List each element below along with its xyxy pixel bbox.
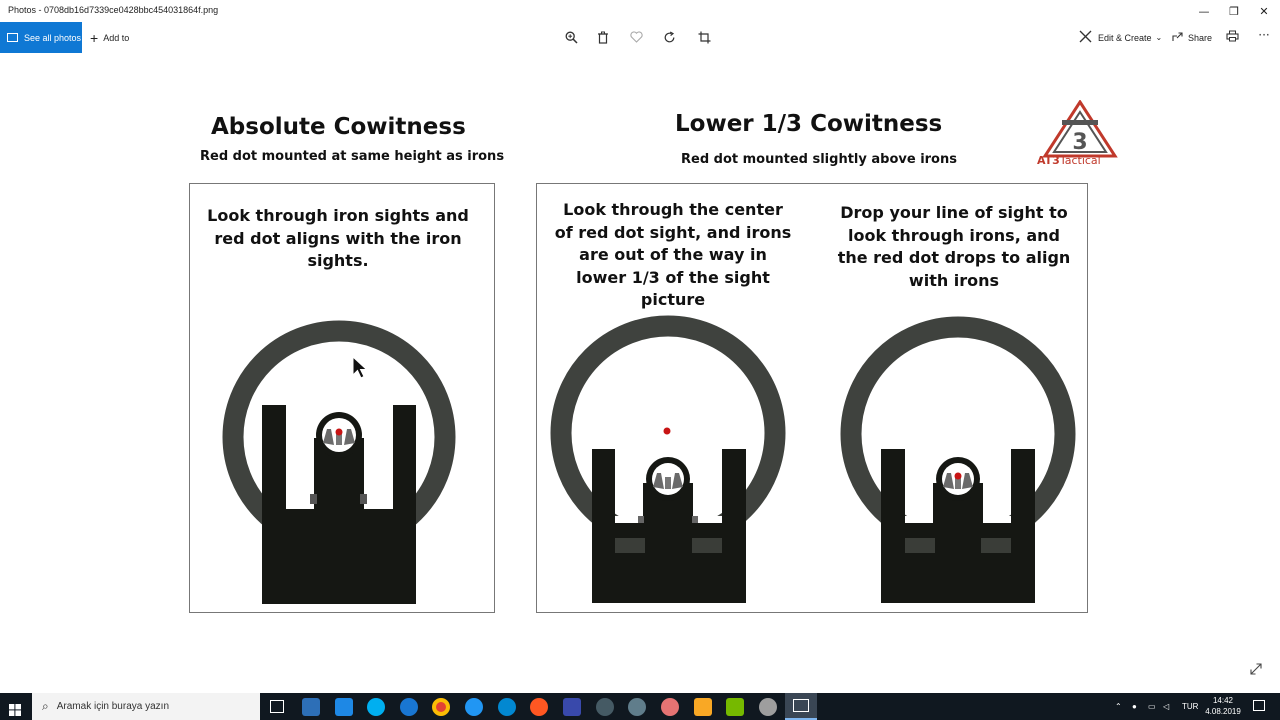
title-bar: Photos - 0708db16d7339ce0428bbc454031864…: [0, 0, 1280, 22]
microphone-icon[interactable]: ●: [1132, 693, 1137, 720]
taskbar-app-11[interactable]: [628, 698, 646, 716]
restore-button[interactable]: ❐: [1218, 0, 1250, 22]
sight-diagram-lower-third-center: [550, 315, 786, 603]
search-icon: ⌕: [42, 699, 49, 713]
heart-icon[interactable]: [626, 28, 646, 46]
share-button[interactable]: Share: [1172, 22, 1212, 53]
printer-icon[interactable]: [1222, 27, 1242, 45]
iron-rear-body: [881, 523, 1035, 603]
taskbar-app-9[interactable]: [563, 698, 581, 716]
network-icon[interactable]: ▭: [1148, 693, 1156, 720]
task-view-icon[interactable]: [270, 700, 284, 713]
close-button[interactable]: ✕: [1248, 0, 1280, 22]
photos-app-icon: [793, 699, 809, 712]
taskbar-app-7[interactable]: [498, 698, 516, 716]
add-to-button[interactable]: + Add to: [90, 22, 129, 53]
sight-diagram-absolute: [222, 320, 456, 604]
search-placeholder: Aramak için buraya yazın: [56, 701, 170, 712]
windows-start-icon[interactable]: [9, 701, 21, 716]
taskbar-app-15[interactable]: [759, 698, 777, 716]
see-all-photos-button[interactable]: See all photos: [0, 22, 82, 53]
edit-create-icon: [1079, 30, 1092, 45]
iron-window-shade-r: [360, 494, 367, 504]
edit-create-label: Edit & Create: [1098, 32, 1152, 43]
iron-rear-body: [592, 523, 746, 603]
mouse-cursor-icon: [352, 356, 368, 379]
photos-taskbar-active[interactable]: [785, 693, 817, 720]
iron-rear-left-ear: [592, 449, 615, 529]
minimize-button[interactable]: —: [1188, 0, 1220, 22]
iron-front-post-tip: [665, 477, 671, 489]
sight-diagrams: [222, 315, 1076, 604]
iron-rear-right-ear: [1011, 449, 1035, 529]
add-to-label: Add to: [103, 32, 130, 43]
taskbar-app-2[interactable]: [335, 698, 353, 716]
steam-icon[interactable]: [596, 698, 614, 716]
share-icon: [1172, 31, 1183, 44]
nvidia-icon[interactable]: [726, 698, 744, 716]
iron-rear-left-ear: [881, 449, 905, 529]
chrome-icon[interactable]: [432, 698, 450, 716]
language-indicator[interactable]: TUR: [1182, 693, 1198, 720]
red-dot: [954, 472, 962, 480]
iron-lower-block-left: [615, 538, 645, 553]
iron-window-shade: [310, 494, 317, 504]
taskbar-app-12[interactable]: [661, 698, 679, 716]
clock-time: 14:42: [1212, 696, 1234, 705]
see-all-photos-label: See all photos: [24, 32, 82, 43]
iron-window-shade-r: [692, 516, 698, 523]
iron-rear-left-ear: [262, 405, 286, 505]
iron-rear-right-ear: [722, 449, 746, 529]
tray-chevron-icon[interactable]: ⌃: [1115, 693, 1122, 720]
iron-window-right: [364, 494, 393, 509]
window-title: Photos - 0708db16d7339ce0428bbc454031864…: [8, 5, 219, 15]
file-explorer-icon[interactable]: [694, 698, 712, 716]
chevron-down-icon: ⌄: [1155, 33, 1163, 42]
notifications-icon[interactable]: [1253, 700, 1265, 711]
iron-window-left: [286, 494, 314, 509]
more-options-button[interactable]: ···: [1254, 26, 1274, 44]
iron-lower-block-right: [692, 538, 722, 553]
iron-window-left: [905, 516, 933, 523]
photos-toolbar: See all photos + Add to Edit & Create ⌄ …: [0, 22, 1280, 53]
image-viewer: Absolute Cowitness Red dot mounted at sa…: [0, 53, 1280, 693]
volume-icon[interactable]: ◁: [1163, 693, 1169, 720]
edge-icon[interactable]: [400, 698, 418, 716]
crop-icon[interactable]: [694, 28, 714, 46]
red-dot: [335, 428, 343, 436]
share-label: Share: [1188, 32, 1213, 43]
taskbar-search[interactable]: ⌕ Aramak için buraya yazın: [32, 693, 260, 720]
taskbar-app-1[interactable]: [302, 698, 320, 716]
photos-icon: [7, 33, 18, 42]
clock[interactable]: 14:42 4.08.2019: [1200, 695, 1246, 719]
edit-create-button[interactable]: Edit & Create ⌄: [1079, 22, 1162, 53]
iron-rear-right-ear: [393, 405, 416, 505]
sight-diagram-lower-third-drop: [840, 316, 1076, 603]
clock-date: 4.08.2019: [1205, 707, 1241, 716]
skype-icon[interactable]: [367, 698, 385, 716]
iron-base-bottom: [262, 557, 416, 604]
iron-lower-block-left: [905, 538, 935, 553]
taskbar-app-8[interactable]: [530, 698, 548, 716]
iron-window-shade: [638, 516, 644, 523]
rotate-icon[interactable]: [659, 28, 679, 46]
expand-icon[interactable]: [1249, 661, 1263, 675]
trash-icon[interactable]: [593, 28, 613, 46]
iron-lower-block-right: [981, 538, 1011, 553]
zoom-icon[interactable]: [561, 28, 581, 46]
taskbar: ⌕ Aramak için buraya yazın ⌃ ● ▭ ◁ TUR 1…: [0, 693, 1280, 720]
red-dot: [663, 427, 671, 435]
plus-icon: +: [90, 29, 99, 46]
taskbar-app-6[interactable]: [465, 698, 483, 716]
iron-window-right: [983, 516, 1011, 523]
